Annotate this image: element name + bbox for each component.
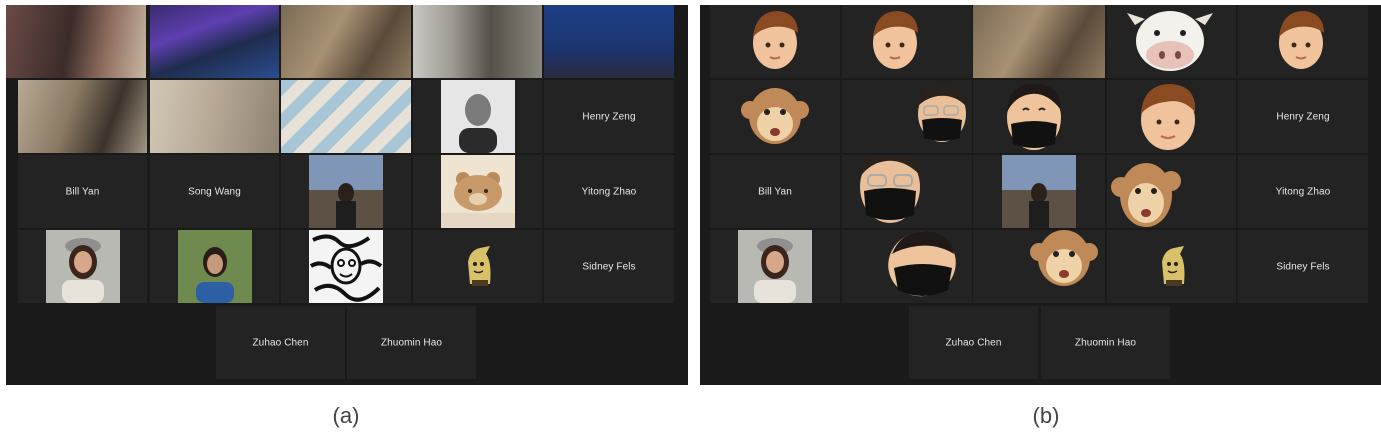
cow-avatar-icon [1127,5,1213,75]
participant-video [413,5,542,78]
video-tile[interactable] [710,230,840,303]
video-tile[interactable] [413,230,542,303]
video-tile[interactable] [281,230,411,303]
participant-name: Yitong Zhao [1275,186,1331,197]
video-tile[interactable] [281,80,411,153]
active-speaker-tile[interactable] [281,5,411,78]
participant-name-tile[interactable]: Bill Yan [710,155,840,228]
participant-video [544,5,674,78]
video-tile[interactable] [18,80,147,153]
participant-name-tile[interactable]: Zuhao Chen [216,306,345,379]
participant-name-tile[interactable]: Zhuomin Hao [347,306,476,379]
participant-name-tile[interactable]: Yitong Zhao [544,155,674,228]
profile-photo [738,230,812,303]
monkey-avatar-icon [1111,157,1181,228]
monkey-avatar-icon [1029,230,1099,290]
memoji-face-icon [1001,80,1067,153]
participant-name: Zhuomin Hao [1074,337,1137,348]
video-tile[interactable] [842,155,972,228]
participant-video [281,5,411,78]
video-tile[interactable] [150,230,279,303]
video-tile[interactable] [413,80,542,153]
video-tile[interactable] [1107,5,1236,78]
participant-name: Bill Yan [65,186,100,197]
participant-name: Yitong Zhao [581,186,637,197]
participant-name-tile[interactable]: Sidney Fels [544,230,674,303]
participant-name-tile[interactable]: Henry Zeng [1238,80,1368,153]
active-speaker-tile[interactable] [973,5,1105,78]
gallery-view-a: Henry Zeng Bill Yan Song Wang Yitong Zha… [6,5,688,385]
memoji-face-icon [912,80,972,146]
participant-name: Zuhao Chen [945,337,1002,348]
participant-name-tile[interactable]: Zhuomin Hao [1041,306,1170,379]
video-tile[interactable] [544,5,674,78]
video-tile[interactable] [281,155,411,228]
participant-video [18,80,147,153]
memoji-face-icon [854,155,926,227]
memoji-face-icon [1133,80,1203,153]
memoji-face-icon [868,7,922,73]
video-tile[interactable] [150,5,279,78]
bear-drawing-icon [440,155,515,228]
participant-name-tile[interactable]: Henry Zeng [544,80,674,153]
participant-name-tile[interactable]: Sidney Fels [1238,230,1368,303]
profile-photo [1002,155,1076,228]
participant-video [150,5,279,78]
participant-name-tile[interactable]: Zuhao Chen [909,306,1038,379]
video-tile[interactable] [1107,80,1236,153]
gallery-view-b: Henry Zeng Bill Yan Yitong Zhao Sidney F… [700,5,1381,385]
participant-name: Zuhao Chen [252,337,309,348]
video-tile[interactable] [1238,5,1368,78]
figure-caption-a: (a) [332,403,360,428]
participant-name: Henry Zeng [582,111,636,122]
monkey-avatar-icon [740,86,810,148]
video-tile[interactable] [842,5,972,78]
video-tile[interactable] [842,80,972,153]
profile-photo [309,230,383,303]
video-tile[interactable] [413,155,542,228]
video-tile[interactable] [150,80,279,153]
video-tile[interactable] [6,5,146,78]
participant-name-tile[interactable]: Yitong Zhao [1238,155,1368,228]
participant-video [281,80,411,153]
participant-name: Henry Zeng [1276,111,1330,122]
video-tile[interactable] [842,230,972,303]
profile-photo [440,80,515,153]
participant-name: Sidney Fels [1276,261,1330,272]
video-tile[interactable] [710,80,840,153]
video-tile[interactable] [413,5,542,78]
video-tile[interactable] [973,155,1105,228]
participant-name-tile[interactable]: Bill Yan [18,155,147,228]
participant-name-tile[interactable]: Song Wang [150,155,279,228]
participant-name: Sidney Fels [582,261,636,272]
profile-photo [45,230,120,303]
mimikyu-sticker-icon [460,244,496,288]
memoji-face-icon [748,7,802,73]
video-tile[interactable] [973,230,1105,303]
video-tile[interactable] [1107,155,1236,228]
video-tile[interactable] [973,80,1105,153]
participant-name: Zhuomin Hao [380,337,443,348]
participant-video [973,5,1105,78]
video-tile[interactable] [1107,230,1236,303]
participant-name: Song Wang [188,186,241,197]
participant-video [150,80,279,153]
profile-photo [309,155,383,228]
participant-name: Bill Yan [758,186,792,197]
mimikyu-sticker-icon [1154,244,1190,288]
video-tile[interactable] [710,5,840,78]
figure-caption-b: (b) [1032,403,1060,428]
memoji-face-icon [1274,7,1328,73]
memoji-face-icon [882,230,962,303]
video-tile[interactable] [18,230,147,303]
participant-video [6,5,146,78]
profile-photo [177,230,252,303]
